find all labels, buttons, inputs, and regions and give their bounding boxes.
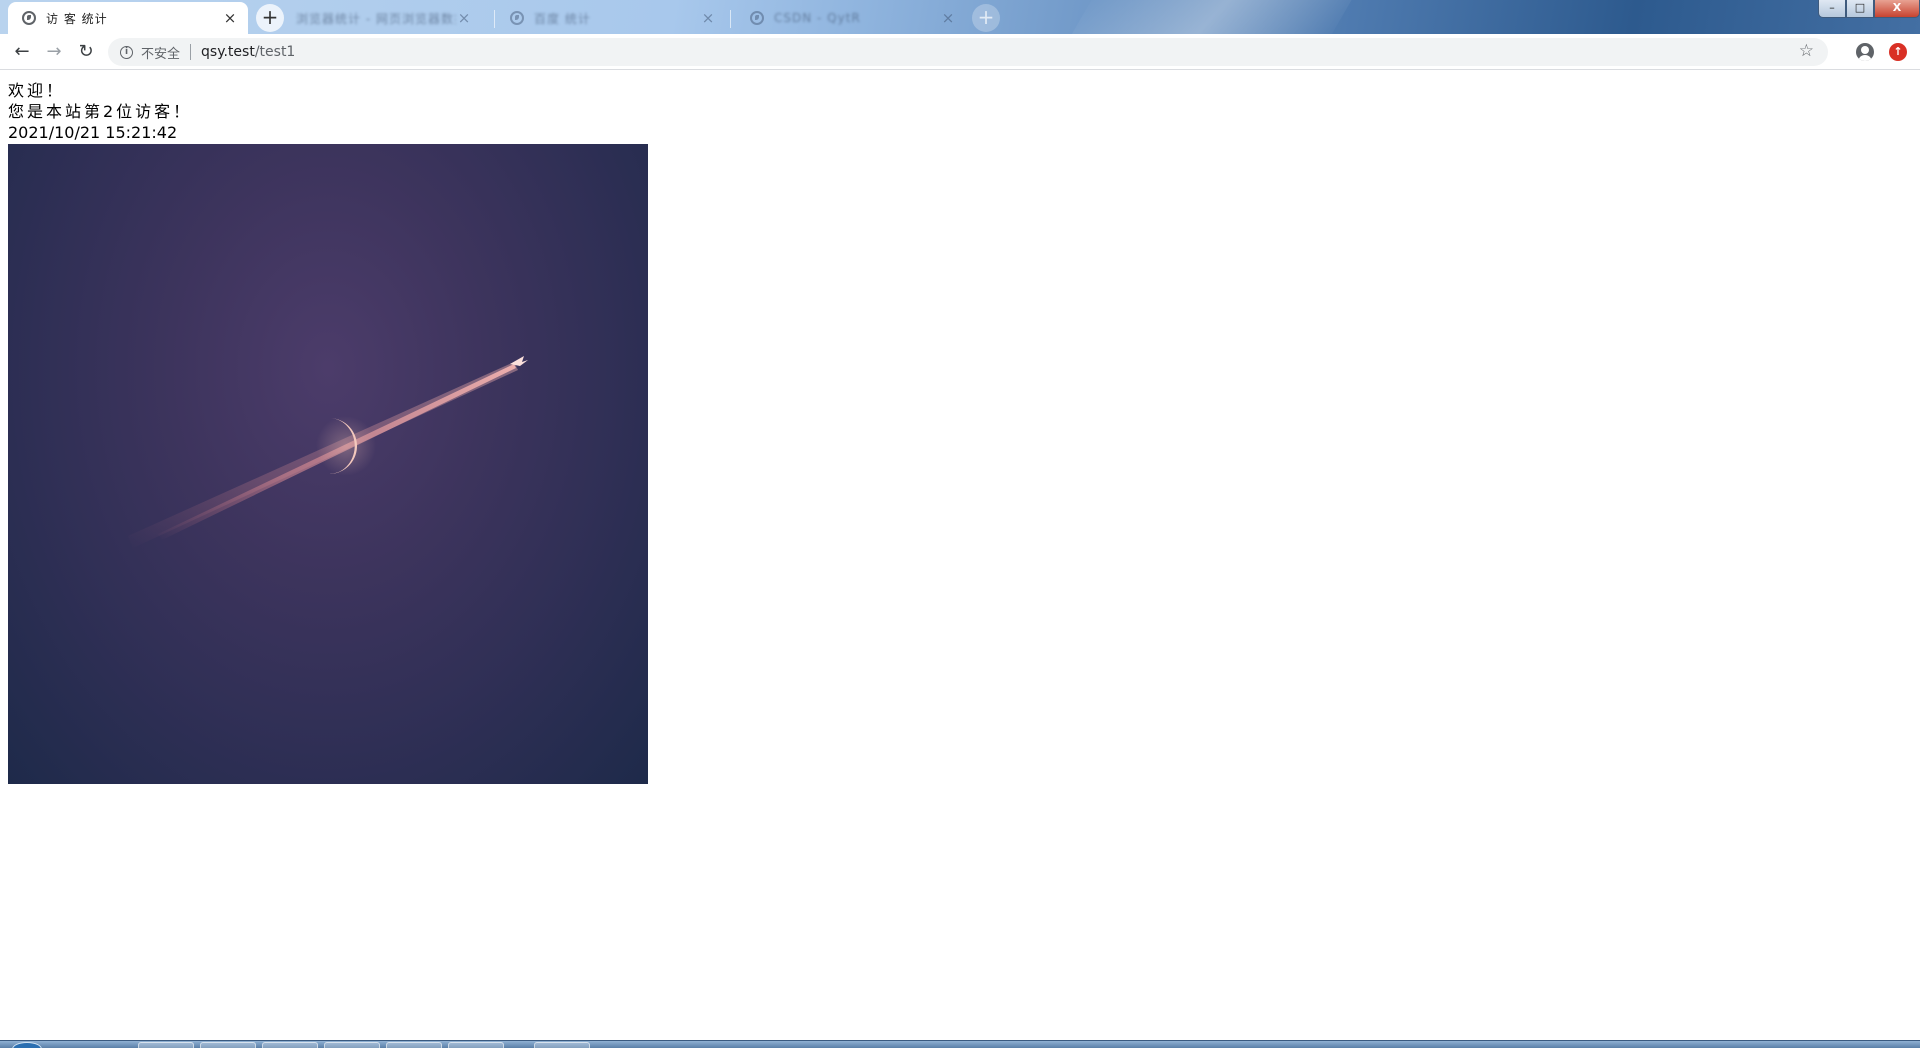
- taskbar-item[interactable]: [534, 1042, 590, 1048]
- tab-title: 访 客 统计: [46, 11, 108, 26]
- welcome-text: 欢迎！: [8, 81, 66, 100]
- profile-icon[interactable]: [1856, 43, 1874, 61]
- globe-icon: [22, 11, 36, 25]
- taskbar-item[interactable]: [324, 1042, 380, 1048]
- omnibox-divider: [190, 44, 192, 60]
- page-content: 欢迎！ 您是本站第2位访客！ 2021/10/21 15:21:42: [8, 80, 1912, 784]
- browser-title-bar: 访 客 统计 × + 浏览器统计 - 网页浏览器数据 - 标签页 × 百度 统计…: [0, 0, 1920, 34]
- tab-close-icon[interactable]: ×: [456, 10, 472, 26]
- new-tab-button-ghost[interactable]: +: [972, 4, 1000, 32]
- globe-icon: [510, 11, 524, 25]
- security-label[interactable]: 不安全: [141, 43, 180, 62]
- update-icon[interactable]: ↑: [1889, 43, 1907, 61]
- back-arrow-icon[interactable]: ←: [8, 38, 36, 66]
- moon-glow: [316, 416, 376, 476]
- address-bar[interactable]: i 不安全 qsy.test/test1 ☆: [108, 38, 1828, 66]
- browser-toolbar: ← → ↻ i 不安全 qsy.test/test1 ☆ ↑: [0, 34, 1920, 70]
- info-icon[interactable]: i: [120, 45, 133, 59]
- taskbar-item[interactable]: [138, 1042, 194, 1048]
- tab-active[interactable]: 访 客 统计 ×: [8, 2, 248, 34]
- minimize-button[interactable]: –: [1818, 0, 1846, 18]
- os-taskbar: [0, 1040, 1920, 1048]
- tab-inactive[interactable]: 浏览器统计 - 网页浏览器数据 - 标签页 ×: [282, 2, 482, 34]
- tab-inactive[interactable]: 百度 统计 ×: [496, 2, 726, 34]
- tab-inactive[interactable]: CSDN - QytR ×: [736, 2, 966, 34]
- moon-contrail-photo: [8, 144, 648, 784]
- tab-title: CSDN - QytR: [774, 11, 861, 25]
- forward-arrow-icon[interactable]: →: [40, 38, 68, 66]
- airplane: [510, 356, 528, 366]
- tab-close-icon[interactable]: ×: [222, 10, 238, 26]
- tab-title: 浏览器统计 - 网页浏览器数据 - 标签页: [296, 11, 456, 26]
- url-host[interactable]: qsy.test: [201, 44, 255, 60]
- taskbar-item[interactable]: [200, 1042, 256, 1048]
- tab-separator: [730, 10, 731, 28]
- title-bar-highlight: [1056, 0, 1364, 34]
- tab-title: 百度 统计: [534, 11, 591, 26]
- reload-icon[interactable]: ↻: [72, 38, 100, 66]
- close-window-button[interactable]: X: [1874, 0, 1920, 18]
- taskbar-item[interactable]: [448, 1042, 504, 1048]
- new-tab-button[interactable]: +: [256, 4, 284, 32]
- bookmark-star-icon[interactable]: ☆: [1799, 41, 1814, 61]
- url-path[interactable]: /test1: [255, 44, 296, 60]
- start-button[interactable]: [12, 1042, 42, 1048]
- taskbar-item[interactable]: [262, 1042, 318, 1048]
- timestamp-text: 2021/10/21 15:21:42: [8, 123, 178, 142]
- visitor-count-text: 您是本站第2位访客！: [8, 102, 193, 121]
- tab-close-icon[interactable]: ×: [700, 10, 716, 26]
- photo-artwork: [128, 356, 528, 548]
- taskbar-item[interactable]: [386, 1042, 442, 1048]
- globe-icon: [750, 11, 764, 25]
- maximize-button[interactable]: □: [1846, 0, 1874, 18]
- tab-close-icon[interactable]: ×: [940, 10, 956, 26]
- tab-separator: [494, 10, 495, 28]
- window-controls: – □ X: [1818, 0, 1920, 18]
